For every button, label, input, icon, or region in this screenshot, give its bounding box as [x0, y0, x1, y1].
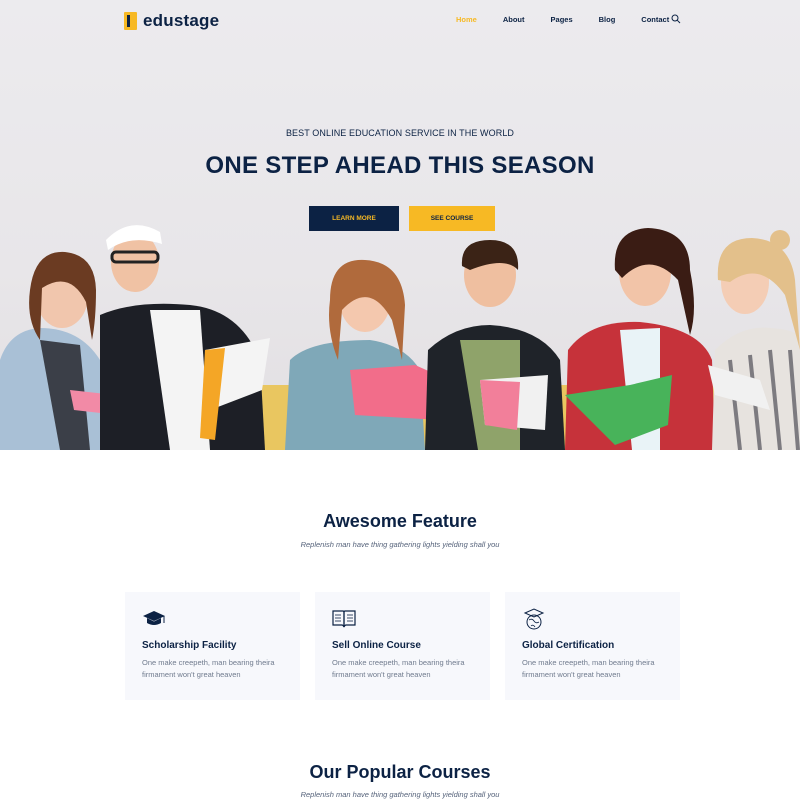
- hero-subtitle: BEST ONLINE EDUCATION SERVICE IN THE WOR…: [285, 128, 515, 138]
- see-course-button[interactable]: SEE COURSE: [409, 206, 495, 231]
- feature-card-title: Global Certification: [522, 640, 615, 651]
- student-figure: [565, 228, 715, 450]
- nav-item-contact[interactable]: Contact: [641, 15, 669, 24]
- search-icon[interactable]: [671, 14, 681, 24]
- feature-card-title: Sell Online Course: [332, 640, 421, 651]
- learn-more-button[interactable]: LEARN MORE: [309, 206, 399, 231]
- hero-students-image: [0, 225, 800, 450]
- feature-card-description: One make creepeth, man bearing theira fi…: [142, 658, 275, 679]
- student-figure: [100, 225, 270, 450]
- student-figure: [708, 230, 800, 450]
- logo-book-icon: [124, 12, 137, 30]
- brand-name: edustage: [143, 11, 220, 30]
- features-title: Awesome Feature: [323, 511, 477, 531]
- main-menu: Home About Pages Blog Contact: [456, 15, 695, 24]
- feature-card-description: One make creepeth, man bearing theira fi…: [522, 658, 655, 679]
- courses-subtitle: Replenish man have thing gathering light…: [300, 790, 500, 799]
- feature-card-title: Scholarship Facility: [142, 640, 237, 651]
- open-book-icon: [332, 610, 356, 628]
- student-figure: [425, 240, 565, 450]
- hero-section: edustage Home About Pages Blog Contact B…: [0, 0, 800, 450]
- nav-item-home[interactable]: Home: [456, 15, 477, 24]
- courses-title: Our Popular Courses: [309, 762, 491, 782]
- globe-graduate-icon: [523, 608, 545, 630]
- nav-item-pages[interactable]: Pages: [551, 15, 573, 24]
- feature-card-certification[interactable]: Global Certification One make creepeth, …: [505, 592, 680, 700]
- nav-item-blog[interactable]: Blog: [599, 15, 616, 24]
- hero-title: ONE STEP AHEAD THIS SEASON: [205, 152, 595, 179]
- nav-item-about[interactable]: About: [503, 15, 525, 24]
- feature-card-description: One make creepeth, man bearing theira fi…: [332, 658, 465, 679]
- graduation-cap-icon: [143, 611, 165, 625]
- top-navigation: edustage Home About Pages Blog Contact: [0, 0, 800, 42]
- feature-card-online-course[interactable]: Sell Online Course One make creepeth, ma…: [315, 592, 490, 700]
- features-subtitle: Replenish man have thing gathering light…: [300, 540, 500, 549]
- feature-card-scholarship[interactable]: Scholarship Facility One make creepeth, …: [125, 592, 300, 700]
- brand-logo[interactable]: edustage: [124, 10, 219, 32]
